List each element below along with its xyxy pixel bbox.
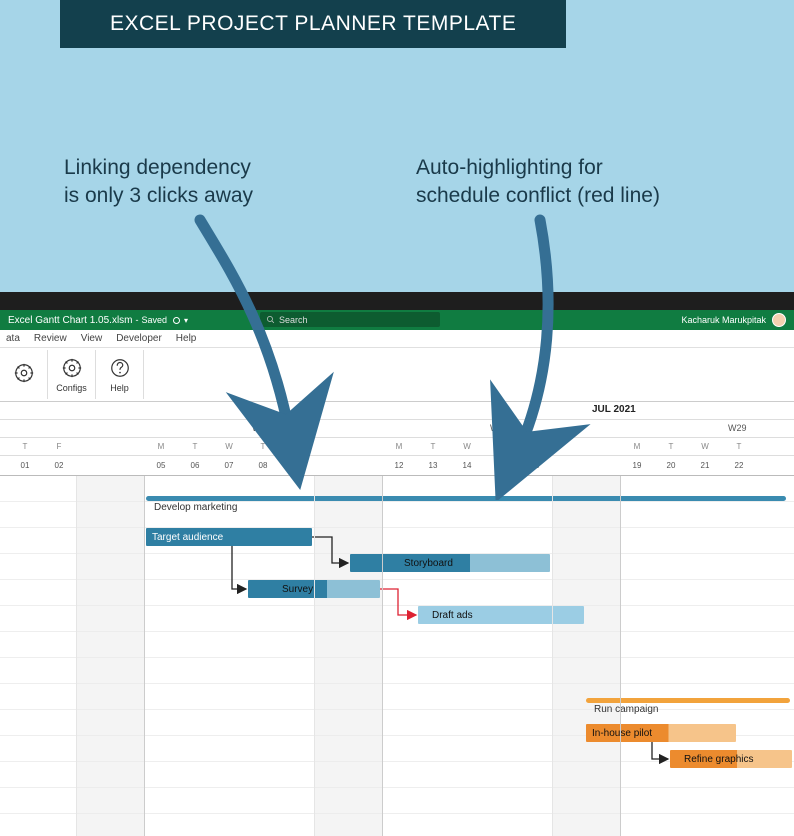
date-cell: 09 [280, 461, 314, 470]
week-27: W2 [252, 423, 266, 433]
tab-help[interactable]: Help [176, 333, 197, 344]
dow-cell: M [620, 442, 654, 451]
dow-cell: F [518, 442, 552, 451]
date-cell: 05 [144, 461, 178, 470]
week-row: W2 W28 W29 [0, 420, 794, 438]
callout-conflict: Auto-highlighting for schedule conflict … [416, 154, 660, 211]
gridline [620, 476, 621, 836]
dependency-lines [0, 476, 794, 796]
date-cell: 13 [416, 461, 450, 470]
gear-icon [61, 357, 83, 381]
tab-data[interactable]: ata [6, 333, 20, 344]
avatar [772, 313, 786, 327]
date-cell: 02 [42, 461, 76, 470]
dow-cell: T [416, 442, 450, 451]
dow-cell: F [280, 442, 314, 451]
ribbon-group-label-help: Help [110, 383, 129, 393]
save-indicator-icon [173, 317, 180, 324]
dow-cell: M [144, 442, 178, 451]
date-cell: 07 [212, 461, 246, 470]
dow-cell: T [178, 442, 212, 451]
date-cell: 15 [484, 461, 518, 470]
dow-cell: T [722, 442, 756, 451]
date-cell: 19 [620, 461, 654, 470]
gridline [552, 476, 553, 836]
gantt-grid: JUL 2021 W2 W28 W29 TFMTWTFMTWTFMTWT 010… [0, 402, 794, 836]
saved-label: Saved [142, 315, 168, 325]
username: Kacharuk Marukpitak [681, 315, 766, 325]
gear-icon [13, 362, 35, 386]
date-cell: 12 [382, 461, 416, 470]
dow-cell: W [688, 442, 722, 451]
dow-cell: W [212, 442, 246, 451]
ribbon-group-configs[interactable]: Configs [48, 350, 96, 399]
user-area[interactable]: Kacharuk Marukpitak [681, 310, 786, 330]
question-icon [109, 357, 131, 381]
ribbon-tabs: ata Review View Developer Help [0, 330, 794, 348]
dropdown-caret-icon[interactable]: ▾ [184, 316, 188, 325]
date-cell: 21 [688, 461, 722, 470]
callout-conflict-text: Auto-highlighting for schedule conflict … [416, 156, 660, 207]
chart-area[interactable]: Develop marketing Target audience Storyb… [0, 476, 794, 836]
date-cell: 06 [178, 461, 212, 470]
week-28: W28 [490, 423, 509, 433]
dow-row: TFMTWTFMTWTFMTWT [0, 438, 794, 456]
ribbon-content: Configs Help [0, 348, 794, 402]
ribbon-group-help[interactable]: Help [96, 350, 144, 399]
month-row: JUL 2021 [0, 402, 794, 420]
gridline [144, 476, 145, 836]
callout-dependency-text: Linking dependency is only 3 clicks away [64, 156, 253, 207]
promo-banner: EXCEL PROJECT PLANNER TEMPLATE Linking d… [0, 0, 794, 292]
gridline [382, 476, 383, 836]
date-cell: 01 [8, 461, 42, 470]
titlebar [0, 292, 794, 310]
gridline [314, 476, 315, 836]
tab-view[interactable]: View [81, 333, 103, 344]
date-row: 0102 0506070809 1213141516 19202122 [0, 456, 794, 476]
week-29: W29 [728, 423, 747, 433]
callout-dependency: Linking dependency is only 3 clicks away [64, 154, 253, 211]
tab-developer[interactable]: Developer [116, 333, 162, 344]
ribbon-header: Excel Gantt Chart 1.05.xlsm - Saved ▾ Se… [0, 310, 794, 330]
date-cell: 20 [654, 461, 688, 470]
dow-cell: T [484, 442, 518, 451]
date-cell: 08 [246, 461, 280, 470]
search-input[interactable]: Search [260, 312, 440, 327]
dow-cell: T [246, 442, 280, 451]
dow-cell: F [42, 442, 76, 451]
dow-cell: T [8, 442, 42, 451]
ribbon-group-0[interactable] [0, 350, 48, 399]
dow-cell: T [654, 442, 688, 451]
file-name: Excel Gantt Chart 1.05.xlsm [8, 315, 133, 326]
tab-review[interactable]: Review [34, 333, 67, 344]
date-cell: 14 [450, 461, 484, 470]
month-label: JUL 2021 [592, 404, 636, 415]
excel-window: Excel Gantt Chart 1.05.xlsm - Saved ▾ Se… [0, 292, 794, 794]
search-icon [266, 315, 275, 324]
saved-dash: - [136, 315, 139, 325]
search-placeholder: Search [279, 315, 308, 325]
gridline [76, 476, 77, 836]
ribbon-group-label-configs: Configs [56, 383, 87, 393]
dow-cell: M [382, 442, 416, 451]
promo-title: EXCEL PROJECT PLANNER TEMPLATE [60, 0, 566, 48]
date-cell: 22 [722, 461, 756, 470]
dow-cell: W [450, 442, 484, 451]
date-cell: 16 [518, 461, 552, 470]
